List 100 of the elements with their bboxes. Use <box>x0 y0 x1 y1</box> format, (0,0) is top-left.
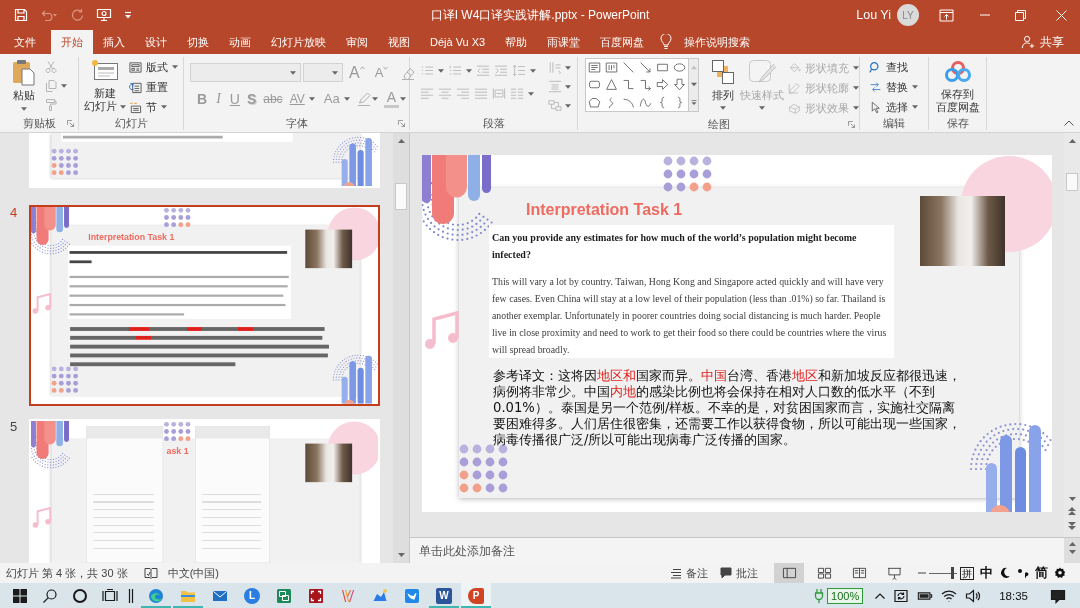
triangle-icon[interactable] <box>605 78 619 92</box>
sync-icon[interactable] <box>893 587 910 604</box>
ribbon-tab[interactable]: 百度网盘 <box>590 30 655 54</box>
input-mode-indicator[interactable]: 中 <box>980 564 993 582</box>
comments-button[interactable]: 批注 <box>720 565 758 581</box>
caret-icon <box>853 66 859 70</box>
chevron-up-icon[interactable] <box>875 592 886 599</box>
scroll-up-icon[interactable] <box>1068 542 1076 546</box>
windows-icon[interactable] <box>12 587 28 604</box>
ribbon-tab[interactable]: Déjà Vu X3 <box>420 30 496 54</box>
question-text[interactable]: Can you provide any estimates for how much of the world’s population might become infected? <box>492 229 891 263</box>
notification-icon[interactable] <box>1050 587 1066 604</box>
clock-time[interactable]: 18:35 <box>999 589 1028 602</box>
replace-button[interactable]: 替换 <box>869 77 918 97</box>
freeform-icon[interactable] <box>588 95 601 109</box>
save-to-cloud-button[interactable]: 保存到 百度网盘 <box>935 57 980 114</box>
reset-button[interactable]: 重置 <box>129 77 178 97</box>
restore-icon[interactable] <box>1015 9 1026 21</box>
layout-button[interactable]: 版式 <box>129 57 178 77</box>
ribbon-tab[interactable]: 帮助 <box>495 30 538 54</box>
ribbon-tab[interactable]: 视图 <box>378 30 420 54</box>
find-button[interactable]: 查找 <box>869 57 918 77</box>
ribbon-tab[interactable]: 切换 <box>177 30 219 54</box>
ribbon-tab[interactable]: 开始 <box>51 30 93 54</box>
notes-field[interactable]: 单击此处添加备注 <box>410 538 1064 563</box>
notes-button[interactable]: 备注 <box>670 565 708 581</box>
taskbar-button[interactable]: P <box>461 583 491 608</box>
share-button[interactable]: 共享 <box>1021 30 1064 54</box>
slide-thumbnail[interactable]: ask 1 <box>29 419 380 563</box>
scrollbar-thumb[interactable] <box>395 183 407 210</box>
scroll-up-icon[interactable] <box>1068 139 1076 143</box>
dialog-launcher-icon[interactable] <box>398 120 405 127</box>
mountain-app-icon <box>372 587 388 604</box>
caret-icon <box>912 105 918 109</box>
dialog-launcher-icon[interactable] <box>67 120 74 127</box>
input-method-indicator[interactable]: 拼 <box>960 566 974 580</box>
scrollbar[interactable] <box>393 133 409 563</box>
punctuation-icon[interactable] <box>1017 567 1029 579</box>
line-icon[interactable] <box>622 61 636 75</box>
speaker-icon[interactable] <box>965 587 982 604</box>
section-button[interactable]: 节 <box>129 97 178 117</box>
lightbulb-icon[interactable] <box>660 34 673 50</box>
paste-button[interactable]: 粘贴 <box>7 57 41 111</box>
taskbar-button[interactable]: W <box>429 583 459 608</box>
close-icon[interactable] <box>1056 9 1067 21</box>
plug-icon[interactable] <box>814 587 825 604</box>
next-slide-icon[interactable] <box>1068 522 1076 530</box>
ribbon-display-options-icon[interactable] <box>939 8 954 22</box>
translation-text[interactable]: 参考译文：这将因地区和国家而异。中国台湾、香港地区和新加坡反应都很迅速，病例将非常少。中国内地的感染比例也将会保持在相对人口数的低水平（不到0.01%）。泰国是另一个范例/样板。不幸的是，对贫困国家而言，实施社交隔离要困难得多。人们居住很密集，还需要工作以获得食物，所以可能出现一些国家，病毒传播很广泛/所以可能出现病毒广泛传播的国家。 <box>493 368 967 448</box>
taskbar-button[interactable]: L <box>237 583 267 608</box>
scroll-down-icon[interactable] <box>397 553 405 557</box>
scroll-down-icon[interactable] <box>1068 550 1076 554</box>
vertical-text-box-icon[interactable] <box>605 61 619 75</box>
ribbon-tab[interactable]: 幻灯片放映 <box>261 30 336 54</box>
scroll-up-icon[interactable] <box>397 139 405 143</box>
task-view-icon[interactable] <box>102 587 118 604</box>
scroll-down-icon[interactable] <box>1068 497 1076 501</box>
monitor-icon[interactable] <box>96 8 112 22</box>
slide-thumbnail[interactable]: Interpretation Task 1 <box>29 205 380 406</box>
new-slide-button[interactable]: 新建 幻灯片 <box>84 57 126 113</box>
ribbon-tab[interactable]: 文件 <box>4 30 46 54</box>
grip-icon[interactable] <box>128 587 134 604</box>
search-icon[interactable] <box>42 587 58 604</box>
ribbon-tab[interactable]: 插入 <box>93 30 135 54</box>
moon-icon[interactable] <box>999 567 1011 579</box>
arrow-line-icon[interactable] <box>639 61 653 75</box>
language-label[interactable]: 中文(中国) <box>167 565 219 581</box>
script-indicator[interactable]: 简 <box>1035 564 1048 582</box>
previous-slide-icon[interactable] <box>1068 507 1076 515</box>
elbow-arrow-icon[interactable] <box>639 78 653 92</box>
zoom-slider-thumb[interactable] <box>951 567 955 579</box>
user-name[interactable]: Lou Yi <box>856 8 891 22</box>
arrange-button[interactable]: 排列 <box>706 58 740 110</box>
settings-icon[interactable] <box>1054 567 1066 579</box>
slide-thumbnail[interactable] <box>29 133 380 188</box>
more-icon[interactable] <box>690 99 697 105</box>
battery-percentage[interactable]: 100% <box>827 587 864 604</box>
slide-sorter-icon <box>816 566 832 580</box>
scrollbar-thumb[interactable] <box>1066 173 1078 191</box>
ribbon-tab[interactable]: 设计 <box>135 30 177 54</box>
circle-icon[interactable] <box>72 587 88 604</box>
normal-view-button[interactable] <box>774 563 804 583</box>
dialog-launcher-icon[interactable] <box>848 121 855 128</box>
save-icon[interactable] <box>14 8 28 22</box>
scrollbar[interactable] <box>1064 538 1080 563</box>
slide-title[interactable]: Interpretation Task 1 <box>526 200 683 219</box>
text-box-icon[interactable] <box>588 61 601 75</box>
elbow-connector-icon[interactable] <box>622 78 636 92</box>
ribbon-tab[interactable]: 审阅 <box>336 30 378 54</box>
answer-text[interactable]: This will vary a lot by country. Taiwan, Hong Kong and Singapore acted quickly and will have very few cases. Even China will stay at a low level of their population (less than .01%) so far. Thailand is another exemplar. Unfortunately in poorer countries doing social distancing is much harder. People live in close proximity and need to work to get their food so there could be countries where the virus will spread broadly. <box>492 273 891 358</box>
ribbon-tab[interactable]: 动画 <box>219 30 261 54</box>
ribbon-tab[interactable]: 雨课堂 <box>537 30 591 54</box>
select-button[interactable]: 选择 <box>869 97 918 117</box>
collapse-ribbon-icon[interactable] <box>1064 120 1074 126</box>
tell-me-field[interactable]: 操作说明搜索 <box>684 30 765 54</box>
customize-icon[interactable] <box>124 10 132 20</box>
book-check-icon[interactable] <box>143 567 158 579</box>
down-arrow-icon[interactable] <box>673 78 687 92</box>
right-arrow-icon[interactable] <box>656 78 670 92</box>
scroll-down-icon[interactable] <box>690 82 697 88</box>
